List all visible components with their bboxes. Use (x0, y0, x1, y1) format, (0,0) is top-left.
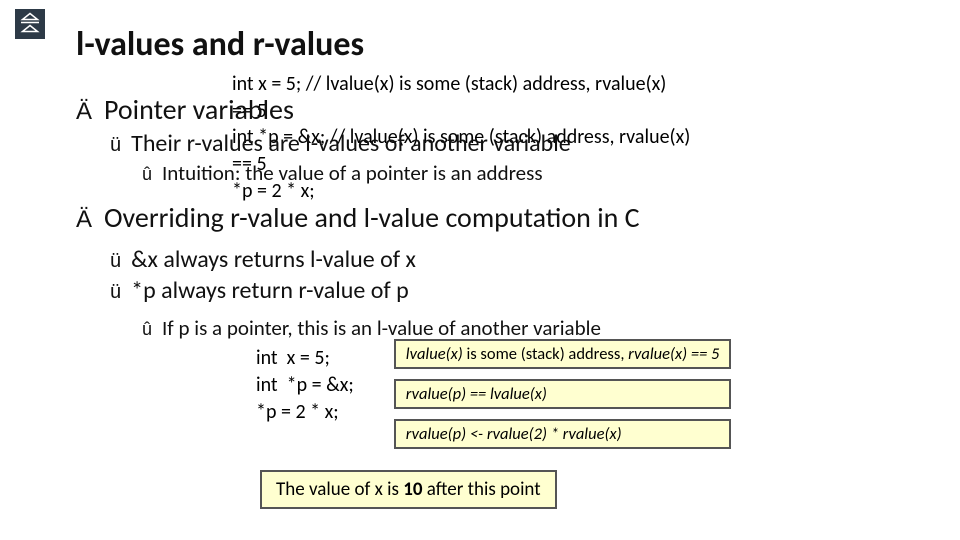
example-code: int x = 5; int *p = &x; *p = 2 * x; (256, 345, 354, 426)
code-line-1: int x = 5; (256, 346, 330, 370)
org-logo (12, 6, 48, 42)
slide-title: l-values and r-values (76, 24, 364, 65)
box-final-value: The value of x is 10 after this point (260, 470, 557, 509)
bullet-intuition: Intuition: the value of a pointer is an … (142, 160, 930, 186)
bullet-overriding: Overriding r-value and l-value computati… (76, 200, 930, 235)
box-rvalue-assign: rvalue(p) <- rvalue(2) * rvalue(x) (394, 419, 732, 449)
bullet-if-pointer: If p is a pointer, this is an l-value of… (142, 315, 930, 341)
annotation-boxes: lvalue(x) is some (stack) address, rvalu… (394, 339, 732, 449)
box-lvalue-rvalue-x: lvalue(x) is some (stack) address, rvalu… (394, 339, 732, 369)
bullet-star-p: *p always return r-value of p (110, 276, 930, 305)
code-line-2: int *p = &x; (256, 373, 354, 397)
lower-example: int x = 5; int *p = &x; *p = 2 * x; lval… (76, 345, 930, 449)
box-rvalue-p: rvalue(p) == lvalue(x) (394, 379, 732, 409)
bullet-content: Pointer variables Their r-values are l-v… (76, 92, 930, 343)
bullet-ampersand: &x always returns l-value of x (110, 245, 930, 274)
bullet-pointer-variables: Pointer variables (76, 92, 930, 127)
code-line-3: *p = 2 * x; (256, 400, 339, 424)
bullet-rvalues-lvalues: Their r-values are l-values of another v… (110, 129, 930, 158)
